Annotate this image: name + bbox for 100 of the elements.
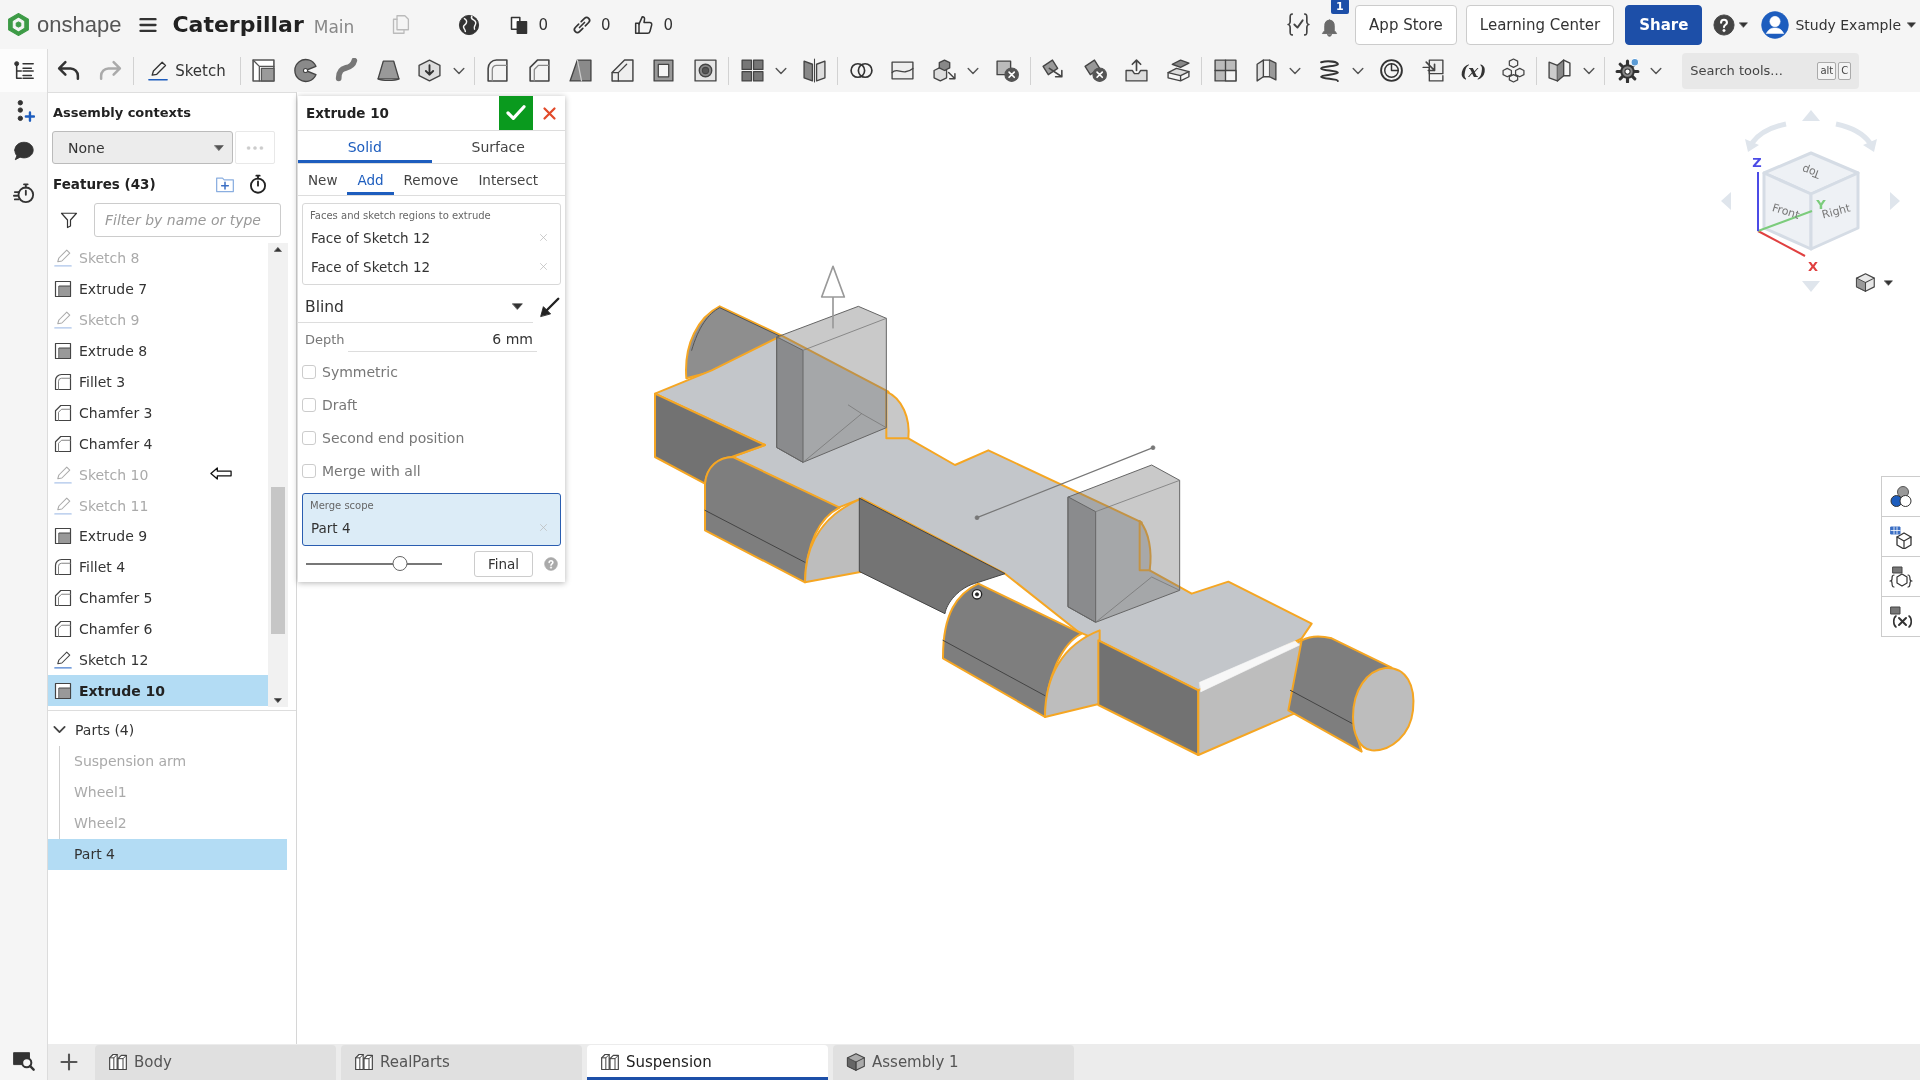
logo-wordmark[interactable]: onshape <box>37 11 122 38</box>
selection-item[interactable]: Part 4 <box>303 513 560 542</box>
part-item[interactable]: Part 4 <box>48 838 287 870</box>
sketch-button[interactable]: Sketch <box>136 54 238 87</box>
folded-sheet-icon[interactable] <box>1254 58 1280 83</box>
close-icon[interactable] <box>542 105 557 121</box>
document-tab[interactable]: RealParts <box>341 1045 582 1080</box>
split-box-icon[interactable] <box>890 58 916 83</box>
scroll-up-icon[interactable] <box>274 247 282 252</box>
settings-icon[interactable] <box>1614 58 1640 83</box>
end-type-dropdown[interactable]: Blind <box>298 291 533 323</box>
checkbox-option[interactable]: Second end position <box>298 421 565 454</box>
stacked-plates-icon[interactable] <box>1165 58 1191 83</box>
hexagon-logo-icon[interactable] <box>6 12 31 37</box>
beveled-block-icon[interactable] <box>526 58 552 83</box>
top-bar-button[interactable]: App Store <box>1355 4 1457 45</box>
final-button[interactable]: Final <box>474 551 533 577</box>
document-tab[interactable]: Suspension <box>587 1045 828 1080</box>
folded-panel-icon[interactable] <box>1547 58 1573 83</box>
checkbox[interactable] <box>302 430 316 445</box>
box-arrow-icon[interactable] <box>417 58 443 83</box>
user-avatar-icon[interactable] <box>1761 10 1790 39</box>
top-bar-button[interactable]: Share <box>1625 4 1703 45</box>
feature-item[interactable]: Chamfer 3 <box>48 397 268 429</box>
feature-item[interactable]: Extrude 9 <box>48 521 268 552</box>
view-cube[interactable] <box>1762 151 1860 251</box>
filter-field[interactable]: Filter by name or type <box>94 203 281 237</box>
mirrored-shapes-icon[interactable] <box>802 58 828 83</box>
selection-item[interactable]: Face of Sketch 12 <box>303 252 560 281</box>
checkbox-option[interactable]: Symmetric <box>298 355 565 388</box>
chevron-down-icon[interactable] <box>967 66 980 75</box>
feature-item[interactable]: Fillet 3 <box>48 366 268 398</box>
feature-item[interactable]: Chamfer 4 <box>48 428 268 460</box>
stopwatch-icon[interactable] <box>12 182 35 204</box>
operation-tab[interactable]: New <box>298 164 348 195</box>
undo-icon[interactable] <box>56 58 82 83</box>
checkbox[interactable] <box>302 397 316 412</box>
hole-icon[interactable] <box>692 58 718 83</box>
feature-item[interactable]: Extrude 10 <box>48 675 268 707</box>
braces-check-icon[interactable] <box>1286 12 1312 37</box>
filter-icon[interactable] <box>60 211 78 229</box>
list-tree-icon[interactable] <box>12 59 35 82</box>
box-import-icon[interactable] <box>1420 58 1446 83</box>
cubes-icon[interactable] <box>1500 58 1526 83</box>
speech-bubble-icon[interactable] <box>12 140 35 162</box>
counter-button[interactable]: 0 <box>509 14 548 35</box>
arrow-icon[interactable] <box>539 296 560 318</box>
caret-down-icon[interactable] <box>1739 21 1749 28</box>
operation-tab[interactable]: Remove <box>393 164 469 195</box>
rounded-block-icon[interactable] <box>485 58 510 83</box>
checkbox[interactable] <box>302 364 316 379</box>
view-cube-face-label[interactable]: Top <box>1800 162 1823 181</box>
panel-toggle-button[interactable] <box>1881 596 1920 637</box>
chevron-down-icon[interactable] <box>774 66 787 75</box>
box-delete-icon[interactable] <box>994 58 1020 83</box>
scroll-down-icon[interactable] <box>274 697 282 703</box>
selection-item[interactable]: Face of Sketch 12 <box>303 223 560 252</box>
feature-item[interactable]: Fillet 4 <box>48 551 268 583</box>
variable-tool[interactable]: (x) <box>1460 60 1487 81</box>
operation-tab[interactable]: Add <box>347 164 394 195</box>
panel-toggle-button[interactable] <box>1881 476 1920 517</box>
counter-button[interactable]: 0 <box>634 14 673 35</box>
feature-item[interactable]: Extrude 8 <box>48 335 268 367</box>
accept-button[interactable] <box>499 96 533 130</box>
curved-tube-icon[interactable] <box>334 58 360 83</box>
pie-chart-icon[interactable] <box>1379 58 1405 83</box>
slider-thumb[interactable] <box>392 556 408 571</box>
plane-icon[interactable] <box>1212 58 1238 83</box>
scrollbar-thumb[interactable] <box>271 487 285 634</box>
plus-icon[interactable] <box>60 1053 78 1071</box>
step-block-icon[interactable] <box>609 58 635 83</box>
tray-arrow-icon[interactable] <box>1124 58 1150 83</box>
chevron-down-icon[interactable] <box>1289 66 1302 75</box>
face-delete-icon[interactable] <box>1082 58 1108 83</box>
cube-arrows-icon[interactable] <box>931 58 957 83</box>
chevron-down-icon[interactable] <box>1352 66 1364 75</box>
nested-squares-icon[interactable] <box>251 58 277 83</box>
search-icon[interactable] <box>12 1049 35 1071</box>
view-cube-face-label[interactable]: Front <box>1770 201 1802 222</box>
feature-item[interactable]: Chamfer 5 <box>48 582 268 614</box>
caret-down-icon[interactable] <box>1907 21 1916 28</box>
checkbox-option[interactable]: Draft <box>298 388 565 421</box>
chevron-down-icon[interactable] <box>1650 66 1663 75</box>
chevron-down-icon[interactable] <box>1582 66 1595 75</box>
caret-down-icon[interactable] <box>1884 280 1893 286</box>
operation-tab[interactable]: Intersect <box>468 164 549 195</box>
document-tab[interactable]: Body <box>95 1045 336 1080</box>
hollow-box-icon[interactable] <box>651 58 677 83</box>
parts-header[interactable]: Parts (4) <box>48 713 296 746</box>
globe-icon[interactable] <box>458 13 481 36</box>
merge-scope-field[interactable]: Merge scope Part 4 <box>302 493 561 546</box>
stopwatch-icon[interactable] <box>248 174 268 194</box>
grid-icon[interactable] <box>739 58 765 83</box>
checkbox-option[interactable]: Merge with all <box>298 454 565 487</box>
feature-item[interactable]: Chamfer 6 <box>48 613 268 645</box>
selection-field[interactable]: Faces and sketch regions to extrude Face of Sketch 12 Face of Sketch 12 <box>302 203 561 285</box>
frustum-icon[interactable] <box>375 58 401 83</box>
context-dropdown[interactable]: None <box>52 131 233 164</box>
document-tab[interactable]: Assembly 1 <box>833 1045 1074 1080</box>
shaded-cube-icon[interactable] <box>1855 272 1876 293</box>
